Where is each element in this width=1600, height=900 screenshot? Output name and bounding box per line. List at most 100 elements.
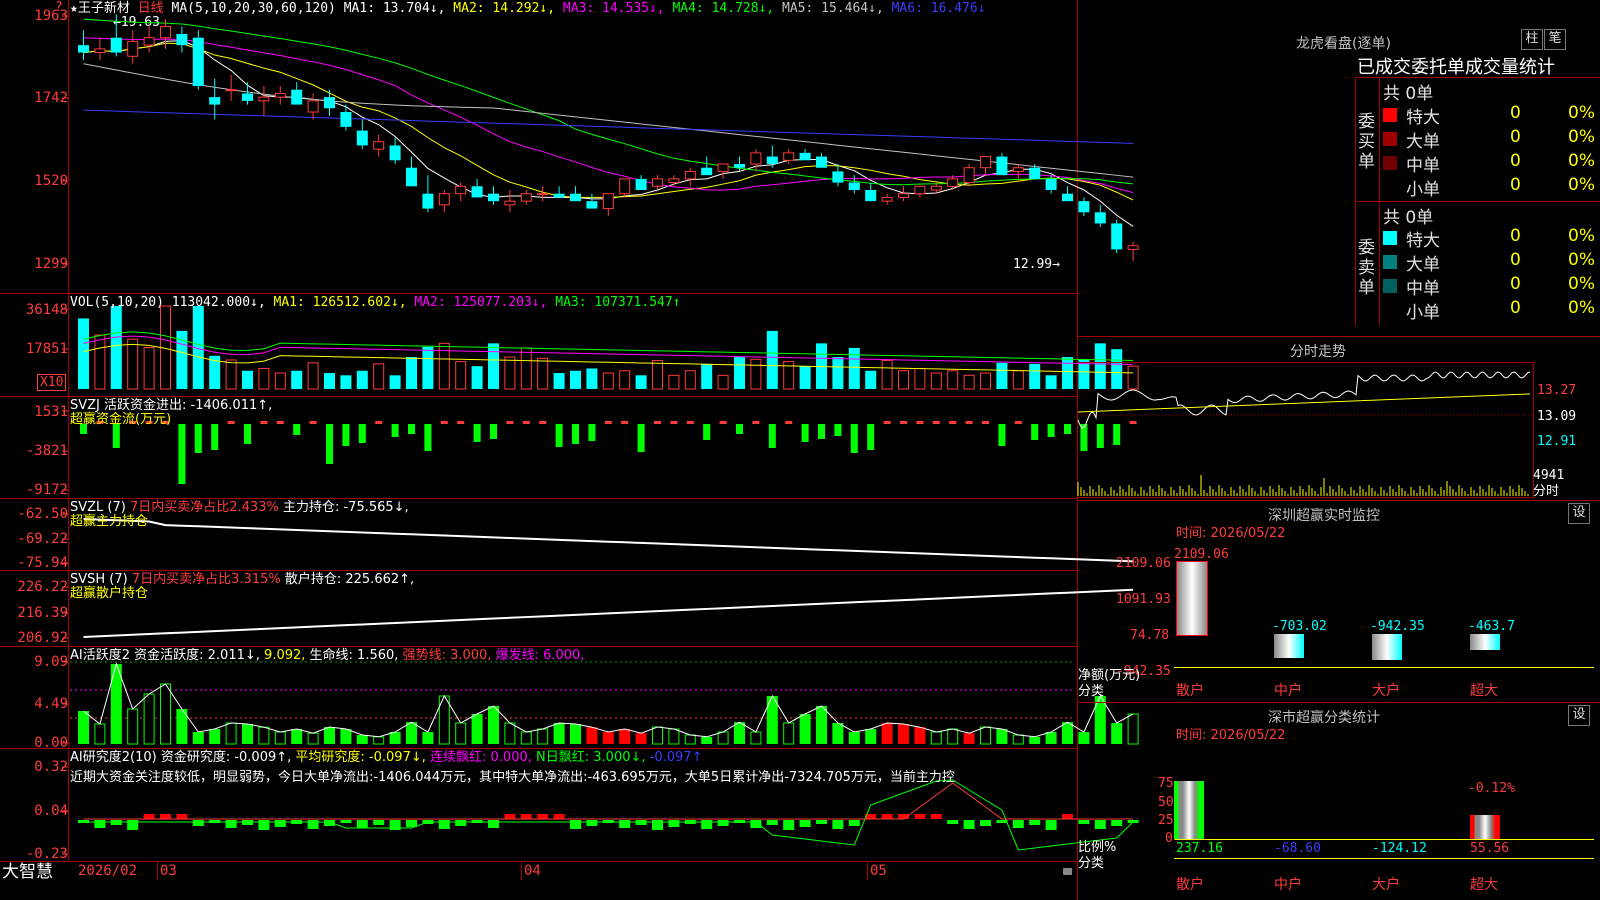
- ai-active-y-label-2: 0.00: [34, 735, 68, 751]
- cls-y-label-2: 25: [1158, 813, 1174, 828]
- svzj-bar-down: [1047, 424, 1055, 437]
- candle-body-down: [996, 156, 1008, 176]
- candle-body-down: [192, 37, 204, 86]
- volume-bar-up: [980, 372, 991, 390]
- ma6-line: [83, 109, 1134, 144]
- candle-body-up: [881, 196, 893, 202]
- ai-active-bar: [848, 732, 860, 744]
- svzj-bar-down: [867, 424, 875, 450]
- volume-bar-down: [488, 343, 499, 389]
- research-bar-green: [832, 820, 844, 829]
- volume-ma1: MA1: 126512.602↓,: [273, 295, 407, 310]
- lock-icon[interactable]: [1063, 868, 1072, 875]
- volume-ma3: MA3: 107371.547↑: [555, 295, 681, 310]
- svzj-bar-down: [588, 424, 596, 441]
- candle-body-up: [963, 167, 975, 184]
- candle-body-up: [455, 185, 467, 195]
- volume-bar-down: [291, 370, 303, 389]
- svzj-bar-up: [309, 421, 317, 424]
- svzj-bar-up: [260, 421, 268, 424]
- svzj-bar-up: [785, 421, 793, 424]
- research-bar-green: [488, 820, 499, 828]
- ai-active-bar: [1062, 722, 1073, 744]
- volume-bar-down: [389, 375, 401, 389]
- candle-body-down: [488, 193, 499, 202]
- volume-bar-down: [1045, 375, 1057, 389]
- ai-active-bar: [799, 714, 811, 744]
- ai-active-strong: 强势线: 3.000,: [402, 648, 492, 663]
- svzj-bar-down: [194, 424, 202, 453]
- candle-body-down: [340, 112, 352, 127]
- volume-bar-up: [94, 334, 106, 390]
- cls-category-1: 中户: [1274, 877, 1302, 893]
- rt-bar-3: [1470, 634, 1500, 651]
- candle-body-down: [553, 193, 565, 198]
- ai-active-bar: [652, 726, 663, 745]
- rt-bar-2: [1372, 634, 1402, 660]
- volume-bar-up: [504, 356, 516, 390]
- rt-category-0: 散户: [1176, 683, 1204, 699]
- ai-active-bar: [94, 723, 106, 745]
- rt-category-1: 中户: [1274, 683, 1302, 699]
- realtime-monitor-title: 深圳超赢实时监控: [1268, 508, 1380, 524]
- volume-bar-down: [553, 373, 565, 389]
- ai-active-bar: [373, 736, 385, 745]
- intraday-chart[interactable]: [1077, 0, 1600, 900]
- volume-unit-badge: X10: [37, 374, 67, 391]
- ai-research-title: AI研究度2(10): [70, 750, 157, 765]
- rt-y-label-1: 1091.93: [1116, 592, 1171, 607]
- research-bar-red: [176, 814, 188, 819]
- svzl-header: SVZL (7) 7日内买卖净占比2.433% 主力持仓: -75.565↓,: [70, 500, 409, 515]
- svzj-bar-up: [949, 421, 957, 424]
- right-divider-3: [1078, 702, 1600, 703]
- volume-ma-line: [83, 343, 1134, 374]
- cls-y-axis-label: 比例%: [1078, 840, 1117, 855]
- rt-bar-1: [1274, 634, 1304, 659]
- volume-bar-up: [750, 358, 762, 390]
- ai-active-bar: [127, 708, 139, 745]
- svzj-bar-up: [686, 421, 694, 424]
- svsh-params: SVSH (7): [70, 572, 128, 587]
- rt-value-label-3: -463.7: [1468, 619, 1515, 634]
- volume-bar-down: [78, 318, 89, 389]
- candle-body-down: [110, 37, 122, 53]
- svzj-bar-down: [998, 424, 1006, 446]
- volume-bar-down: [242, 370, 253, 389]
- brand-logo[interactable]: 大智慧: [2, 862, 53, 882]
- research-bar-green: [717, 820, 729, 826]
- candle-body-up: [373, 141, 385, 150]
- research-bar-green: [766, 820, 778, 825]
- candle-body-down: [324, 97, 335, 109]
- volume-bar-up: [225, 359, 237, 390]
- rt-x-axis-label: 分类: [1078, 684, 1105, 699]
- cls-y-label-1: 50: [1158, 795, 1174, 810]
- ai-active-header: AI活跃度2 资金活跃度: 2.011↓, 9.092, 生命线: 1.560,…: [70, 648, 584, 663]
- ai-active-bar: [832, 723, 844, 744]
- volume-bar-down: [422, 346, 434, 389]
- svzj-bar-up: [965, 421, 973, 424]
- classification-settings-button[interactable]: 设: [1568, 705, 1590, 726]
- ai-active-bar: [225, 722, 237, 745]
- candle-body-up: [602, 193, 614, 210]
- realtime-monitor-settings-button[interactable]: 设: [1568, 503, 1590, 524]
- ai-active-bar: [865, 729, 877, 744]
- ai-active-line: [83, 662, 1134, 738]
- cls-bar-3: [1470, 815, 1500, 839]
- candle-body-up: [307, 100, 319, 113]
- candle-body-up: [127, 40, 139, 57]
- research-bar-green: [668, 820, 680, 827]
- research-bar-green: [373, 820, 385, 825]
- volume-bar-down: [996, 362, 1008, 389]
- volume-bar-down: [734, 357, 745, 389]
- candle-body-down: [570, 193, 581, 202]
- candlestick-chart[interactable]: [0, 0, 1139, 900]
- ai-active-bar: [406, 722, 417, 744]
- ai-active-bar: [619, 729, 631, 744]
- svzj-bar-up: [900, 421, 907, 424]
- rt-value-label-2: -942.35: [1370, 619, 1425, 634]
- svsh-y-label-2: 206.92: [17, 630, 68, 646]
- candle-body-up: [750, 152, 762, 165]
- ai-active-bar: [881, 723, 893, 744]
- research-bar-green: [848, 820, 860, 826]
- cls-y-label-3: 0: [1165, 831, 1173, 846]
